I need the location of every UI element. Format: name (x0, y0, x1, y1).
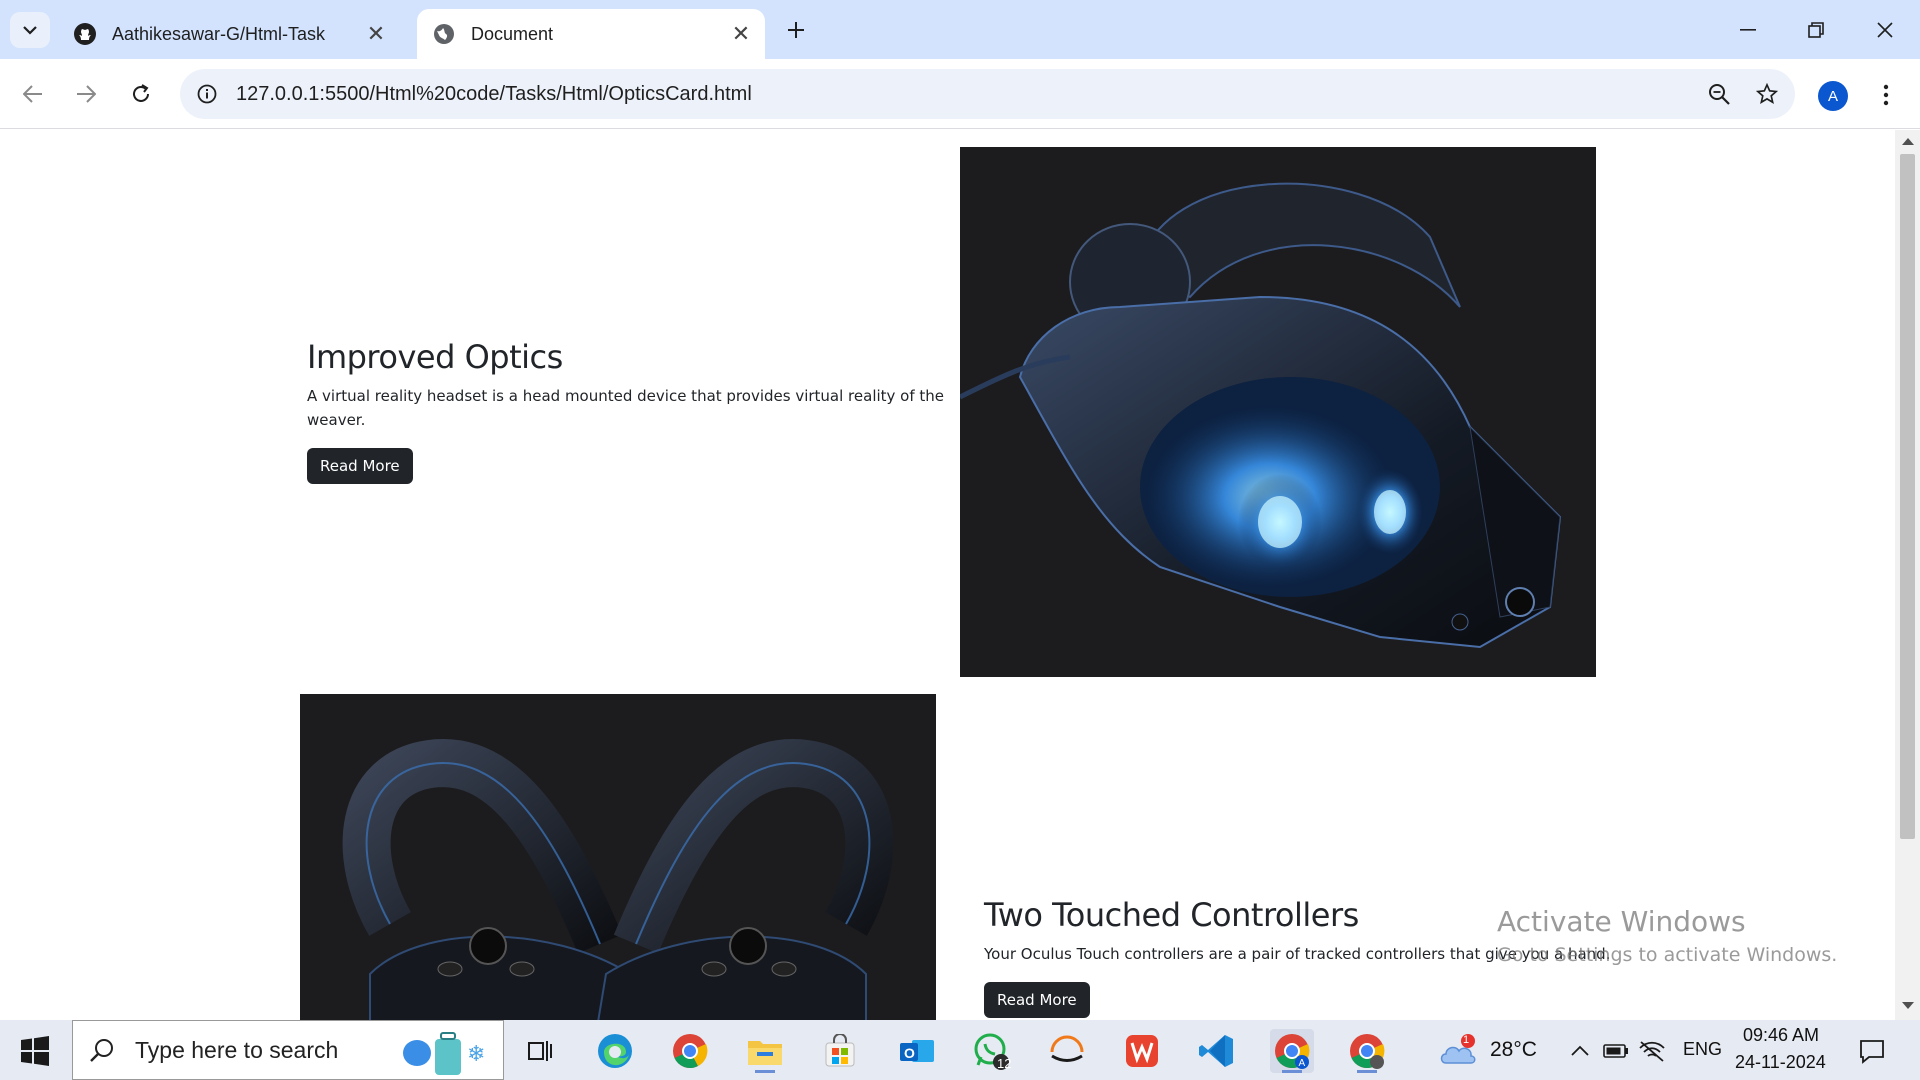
clock-date[interactable]: 24-11-2024 (1735, 1052, 1826, 1073)
chrome-profile-icon[interactable] (1345, 1029, 1389, 1073)
tab-title: Document (471, 23, 554, 44)
blender-like-app-icon[interactable] (1045, 1029, 1089, 1073)
tab-github[interactable]: Aathikesawar-G/Html-Task ✕ (58, 9, 400, 59)
whatsapp-icon[interactable]: 12 (970, 1029, 1014, 1073)
vr-headset-image (960, 147, 1596, 677)
card-title: Improved Optics (307, 338, 563, 376)
svg-text:❄: ❄ (467, 1041, 485, 1066)
network-offline-icon[interactable] (1632, 1029, 1672, 1073)
site-info-icon[interactable] (190, 77, 224, 111)
bookmark-star-icon[interactable] (1747, 74, 1787, 114)
edge-browser-icon[interactable] (593, 1029, 637, 1073)
scroll-thumb[interactable] (1900, 154, 1915, 839)
chrome-profile-a-icon[interactable]: A (1270, 1029, 1314, 1073)
card-optics-text: Improved Optics A virtual reality headse… (307, 338, 947, 484)
weather-cloud-icon[interactable]: 1 (1436, 1029, 1480, 1073)
tab-document[interactable]: Document ✕ (417, 9, 765, 59)
new-tab-button[interactable] (780, 14, 812, 46)
search-icon (90, 1039, 113, 1062)
whatsapp-badge: 12 (997, 1056, 1012, 1071)
notification-center-icon[interactable] (1850, 1029, 1894, 1073)
chevron-down-icon (23, 26, 37, 35)
touch-controllers-image (300, 694, 936, 1020)
wps-office-icon[interactable] (1120, 1029, 1164, 1073)
zoom-icon[interactable] (1699, 74, 1739, 114)
card-description: A virtual reality headset is a head moun… (307, 387, 945, 429)
chrome-icon[interactable] (668, 1029, 712, 1073)
reload-icon (133, 84, 149, 102)
profile-avatar[interactable]: A (1818, 81, 1848, 111)
menu-icon[interactable] (1872, 77, 1900, 113)
windows-start-button[interactable] (14, 1034, 56, 1068)
arrow-right-icon (77, 85, 96, 103)
reload-button[interactable] (123, 76, 159, 112)
minimize-button[interactable] (1726, 12, 1770, 48)
arrow-left-icon (23, 85, 42, 103)
read-more-button[interactable]: Read More (984, 982, 1090, 1018)
search-placeholder: Type here to search (135, 1036, 339, 1063)
temperature-text[interactable]: 28°C (1490, 1038, 1537, 1062)
close-window-button[interactable] (1863, 12, 1907, 48)
active-indicator (755, 1070, 775, 1073)
windows-logo-icon (21, 1036, 49, 1066)
show-hidden-icons-chevron-icon[interactable] (1560, 1029, 1600, 1073)
read-more-button[interactable]: Read More (307, 448, 413, 484)
restore-icon (1808, 22, 1824, 38)
microsoft-store-icon[interactable] (818, 1029, 862, 1073)
scroll-down-arrow-icon[interactable] (1902, 1002, 1914, 1009)
globe-icon (431, 21, 457, 47)
close-tab-icon[interactable]: ✕ (727, 20, 755, 48)
close-icon (1877, 22, 1893, 38)
address-bar[interactable]: 127.0.0.1:5500/Html%20code/Tasks/Html/Op… (180, 69, 1795, 119)
tab-title: Aathikesawar-G/Html-Task (112, 23, 326, 44)
restore-button[interactable] (1794, 12, 1838, 48)
taskbar-search-box[interactable]: Type here to search ❄ (72, 1020, 504, 1080)
back-button[interactable] (15, 76, 51, 112)
forward-button[interactable] (68, 76, 104, 112)
svg-text:A: A (1299, 1058, 1306, 1069)
file-explorer-icon[interactable] (743, 1029, 787, 1073)
plus-icon (788, 22, 804, 38)
github-icon (72, 21, 98, 47)
taskbar: Type here to search ❄ O 12 A 1 28°C ENG … (0, 1020, 1920, 1080)
page-viewport: Improved Optics A virtual reality headse… (0, 130, 1895, 1020)
vscode-icon[interactable] (1195, 1029, 1239, 1073)
clock-time[interactable]: 09:46 AM (1743, 1025, 1819, 1046)
minimize-icon (1740, 29, 1756, 31)
watermark-subtitle: Go to Settings to activate Windows. (1497, 944, 1838, 966)
active-indicator (1282, 1070, 1302, 1073)
page-scrollbar[interactable] (1895, 130, 1920, 1020)
active-indicator (1357, 1070, 1377, 1073)
weather-badge: 1 (1463, 1034, 1470, 1046)
url-text[interactable]: 127.0.0.1:5500/Html%20code/Tasks/Html/Op… (236, 83, 1699, 106)
activate-windows-watermark: Activate Windows Go to Settings to activ… (1497, 905, 1837, 966)
battery-icon[interactable] (1596, 1029, 1636, 1073)
language-indicator[interactable]: ENG (1683, 1039, 1722, 1060)
task-view-icon[interactable] (518, 1029, 562, 1073)
close-tab-icon[interactable]: ✕ (362, 20, 390, 48)
browser-toolbar: 127.0.0.1:5500/Html%20code/Tasks/Html/Op… (0, 59, 1920, 129)
tab-strip: Aathikesawar-G/Html-Task ✕ Document ✕ (0, 0, 1920, 59)
tab-search-button[interactable] (10, 12, 50, 48)
scroll-up-arrow-icon[interactable] (1902, 138, 1914, 145)
svg-text:O: O (904, 1045, 915, 1061)
winter-travel-illustration-icon: ❄ (403, 1032, 485, 1075)
outlook-icon[interactable]: O (895, 1029, 939, 1073)
watermark-title: Activate Windows (1497, 905, 1746, 938)
